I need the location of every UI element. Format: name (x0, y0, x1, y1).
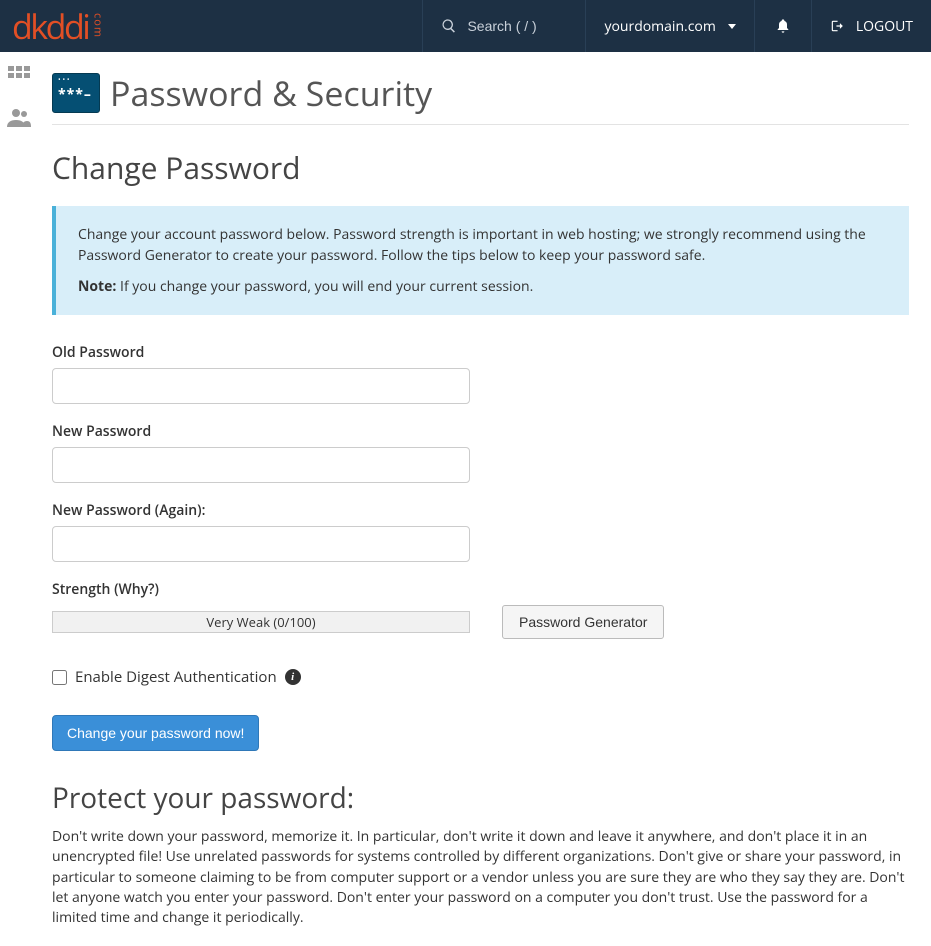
logout-button[interactable]: LOGOUT (811, 0, 931, 52)
logout-label: LOGOUT (856, 17, 913, 36)
users-icon (7, 107, 31, 127)
search-box[interactable] (422, 0, 585, 52)
protect-text: Don't write down your password, memorize… (52, 827, 909, 928)
password-generator-button[interactable]: Password Generator (502, 605, 664, 639)
brand-name: dkddi (12, 3, 88, 49)
info-text: Change your account password below. Pass… (78, 224, 887, 266)
old-password-field: Old Password (52, 343, 909, 404)
search-input[interactable] (467, 18, 567, 34)
search-icon (441, 18, 457, 34)
apps-grid-button[interactable] (8, 66, 30, 89)
section-heading: Change Password (52, 147, 909, 188)
logout-icon (830, 19, 844, 33)
change-password-button[interactable]: Change your password now! (52, 715, 259, 751)
new-password-again-field: New Password (Again): (52, 501, 909, 562)
password-badge-icon: • • • ***– (52, 73, 100, 113)
digest-auth-label: Enable Digest Authentication (75, 667, 277, 687)
new-password-input[interactable] (52, 447, 470, 483)
page-title: Password & Security (110, 70, 432, 116)
info-icon[interactable]: i (285, 669, 301, 685)
digest-auth-row: Enable Digest Authentication i (52, 667, 909, 687)
protect-heading: Protect your password: (52, 779, 909, 817)
main-content: • • • ***– Password & Security Change Pa… (38, 52, 931, 946)
info-note: Note: If you change your password, you w… (78, 276, 887, 297)
note-text: If you change your password, you will en… (120, 277, 533, 296)
domain-dropdown[interactable]: yourdomain.com (585, 0, 753, 52)
new-password-again-label: New Password (Again): (52, 501, 909, 520)
note-label: Note: (78, 277, 116, 296)
new-password-field: New Password (52, 422, 909, 483)
old-password-input[interactable] (52, 368, 470, 404)
divider (52, 124, 909, 125)
strength-label: Strength (Why?) (52, 580, 909, 599)
old-password-label: Old Password (52, 343, 909, 362)
brand-suffix: com (90, 13, 105, 38)
brand-logo[interactable]: dkddicom (0, 3, 117, 49)
topbar: dkddicom yourdomain.com LOGOUT (0, 0, 931, 52)
digest-auth-checkbox[interactable] (52, 670, 67, 685)
info-callout: Change your account password below. Pass… (52, 206, 909, 315)
new-password-again-input[interactable] (52, 526, 470, 562)
sidebar (0, 52, 38, 946)
chevron-down-icon (728, 24, 736, 29)
strength-meter: Very Weak (0/100) (52, 611, 470, 633)
grid-icon (8, 66, 30, 84)
notifications-button[interactable] (754, 0, 811, 52)
users-button[interactable] (7, 107, 31, 132)
new-password-label: New Password (52, 422, 909, 441)
domain-label: yourdomain.com (604, 17, 715, 36)
bell-icon (775, 18, 791, 34)
